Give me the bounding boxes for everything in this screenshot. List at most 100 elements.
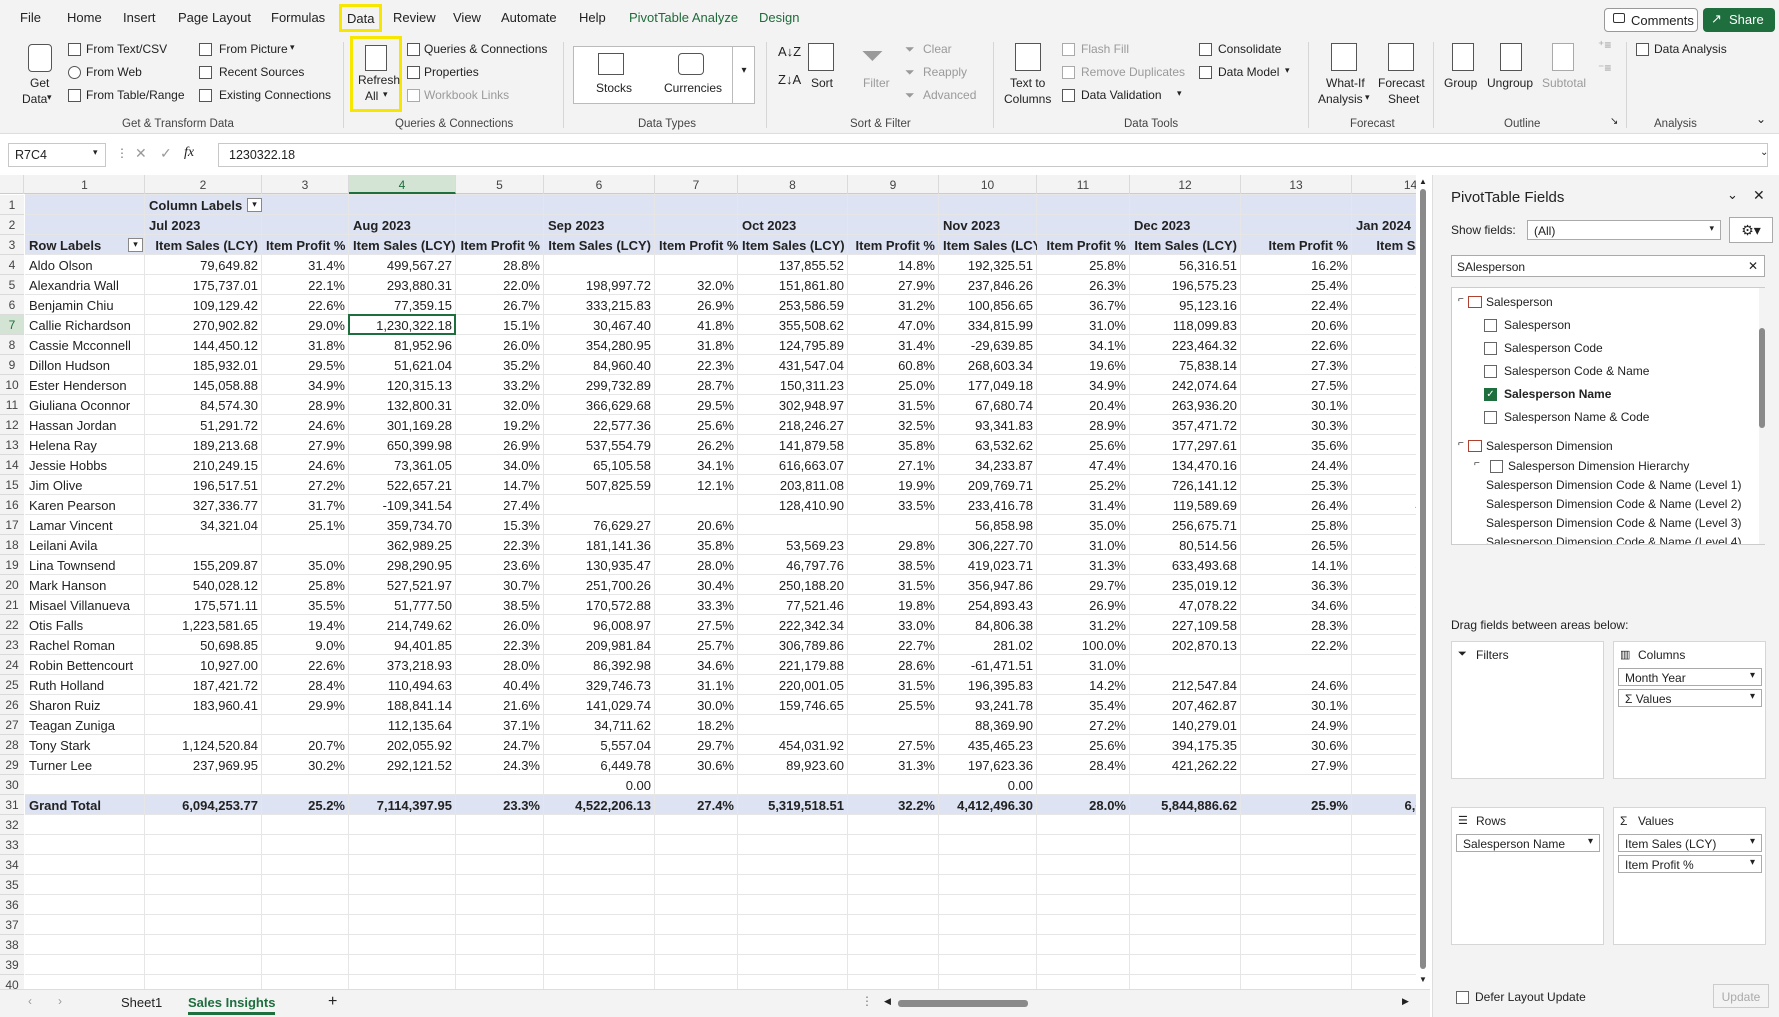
- row-header[interactable]: 27: [0, 715, 24, 735]
- sort-descending-button[interactable]: Z↓A: [778, 72, 801, 87]
- columns-field-month-year[interactable]: Month Year ▾: [1618, 668, 1762, 686]
- value-cell[interactable]: 34.9%: [262, 375, 349, 395]
- row-header[interactable]: 8: [0, 335, 24, 355]
- value-cell[interactable]: 250,188.20: [738, 575, 848, 595]
- forecast-sheet-button-line2[interactable]: Sheet: [1388, 92, 1419, 106]
- value-cell[interactable]: 327,336.77: [145, 495, 262, 515]
- value-cell[interactable]: 27.9%: [1241, 755, 1352, 775]
- row-labels-header[interactable]: Row Labels: [25, 235, 145, 255]
- column-header[interactable]: 10: [939, 175, 1037, 194]
- value-cell[interactable]: 333,215.83: [544, 295, 655, 315]
- update-button[interactable]: Update: [1713, 984, 1769, 1008]
- value-cell[interactable]: 26.7%: [456, 295, 544, 315]
- salesperson-name-cell[interactable]: Robin Bettencourt: [25, 655, 145, 675]
- value-cell[interactable]: 254,893.43: [939, 595, 1037, 615]
- insert-function-button[interactable]: fx: [184, 145, 194, 161]
- field-checkbox[interactable]: [1490, 460, 1503, 473]
- row-header[interactable]: 36: [0, 895, 24, 915]
- value-cell[interactable]: 253,586.59: [738, 295, 848, 315]
- value-cell[interactable]: 34.0%: [456, 455, 544, 475]
- tab-split-handle[interactable]: ⋮: [861, 994, 873, 1008]
- scroll-up-icon[interactable]: ▲: [1419, 177, 1427, 186]
- grand-total-value[interactable]: 32.2%: [848, 795, 939, 815]
- value-cell[interactable]: 36.3%: [1241, 575, 1352, 595]
- gear-icon[interactable]: ⚙▾: [1729, 217, 1773, 243]
- value-cell[interactable]: 65,105.58: [544, 455, 655, 475]
- value-cell[interactable]: 28.7%: [655, 375, 738, 395]
- value-cell[interactable]: -29,639.85: [939, 335, 1037, 355]
- value-cell[interactable]: 56,316.51: [1130, 255, 1241, 275]
- row-header[interactable]: 12: [0, 415, 24, 435]
- from-picture-button[interactable]: From Picture: [219, 42, 288, 56]
- value-cell[interactable]: 130,935.47: [544, 555, 655, 575]
- row-header[interactable]: 1: [0, 195, 24, 215]
- stocks-button[interactable]: Stocks: [596, 81, 632, 95]
- field-item[interactable]: Salesperson Dimension Code & Name (Level…: [1452, 515, 1752, 533]
- row-header[interactable]: 17: [0, 515, 24, 535]
- more-options-icon[interactable]: ⋮: [116, 146, 128, 160]
- value-cell[interactable]: 512,886.: [1352, 615, 1416, 635]
- clear-button[interactable]: Clear: [923, 42, 952, 56]
- value-cell[interactable]: 31.2%: [848, 295, 939, 315]
- value-cell[interactable]: 29.0%: [262, 315, 349, 335]
- value-cell[interactable]: 30.1%: [1241, 695, 1352, 715]
- value-cell[interactable]: 28.4%: [262, 675, 349, 695]
- value-cell[interactable]: 397,571.: [1352, 555, 1416, 575]
- salesperson-name-cell[interactable]: Jessie Hobbs: [25, 455, 145, 475]
- from-web-button[interactable]: From Web: [86, 65, 142, 79]
- value-cell[interactable]: 196,575.23: [1130, 275, 1241, 295]
- filters-area[interactable]: ⏷ Filters: [1451, 641, 1604, 779]
- value-cell[interactable]: 1,124,520.84: [145, 735, 262, 755]
- value-cell[interactable]: 199,422.: [1352, 295, 1416, 315]
- field-checkbox[interactable]: [1484, 411, 1497, 424]
- value-cell[interactable]: 110,494.63: [349, 675, 456, 695]
- value-cell[interactable]: 25.8%: [262, 575, 349, 595]
- value-cell[interactable]: 32.0%: [655, 275, 738, 295]
- text-to-columns-button-line2[interactable]: Columns: [1004, 92, 1051, 106]
- sort-ascending-button[interactable]: A↓Z: [778, 44, 801, 59]
- value-cell[interactable]: 15.1%: [456, 315, 544, 335]
- value-cell[interactable]: 29,356.: [1352, 715, 1416, 735]
- value-cell[interactable]: 209,981.84: [544, 635, 655, 655]
- value-cell[interactable]: 119,589.69: [1130, 495, 1241, 515]
- grand-total-value[interactable]: 6,684,397.: [1352, 795, 1416, 815]
- row-header[interactable]: 20: [0, 575, 24, 595]
- value-cell[interactable]: 12.1%: [655, 475, 738, 495]
- value-cell[interactable]: 25.4%: [1241, 275, 1352, 295]
- tab-file[interactable]: File: [20, 10, 41, 25]
- value-cell[interactable]: 19.4%: [262, 615, 349, 635]
- value-cell[interactable]: 51,621.04: [349, 355, 456, 375]
- value-cell[interactable]: 41,780.: [1352, 415, 1416, 435]
- value-cell[interactable]: 177,049.18: [939, 375, 1037, 395]
- value-cell[interactable]: 31.7%: [262, 495, 349, 515]
- recent-sources-button[interactable]: Recent Sources: [219, 65, 304, 79]
- value-cell[interactable]: 38.5%: [456, 595, 544, 615]
- value-cell[interactable]: 47.4%: [1037, 455, 1130, 475]
- scroll-right-icon[interactable]: ▶: [1402, 996, 1409, 1007]
- field-item[interactable]: Salesperson: [1452, 317, 1752, 335]
- value-cell[interactable]: 499,567.27: [349, 255, 456, 275]
- value-cell[interactable]: 454,031.92: [738, 735, 848, 755]
- month-header[interactable]: Nov 2023: [939, 215, 1037, 235]
- row-header[interactable]: 18: [0, 535, 24, 555]
- field-item[interactable]: ✓ Salesperson Name: [1452, 386, 1752, 404]
- value-cell[interactable]: 100,856.65: [939, 295, 1037, 315]
- tab-pivottable-analyze[interactable]: PivotTable Analyze: [629, 10, 738, 25]
- value-cell[interactable]: -61,471.51: [939, 655, 1037, 675]
- value-cell[interactable]: 128,410.90: [738, 495, 848, 515]
- value-cell[interactable]: 100.0%: [1037, 635, 1130, 655]
- sheet-tab-sheet1[interactable]: Sheet1: [121, 995, 162, 1010]
- value-cell[interactable]: 230,961.: [1352, 675, 1416, 695]
- value-cell[interactable]: 14.8%: [848, 255, 939, 275]
- salesperson-name-cell[interactable]: Lamar Vincent: [25, 515, 145, 535]
- value-cell[interactable]: 20.7%: [262, 735, 349, 755]
- value-cell[interactable]: 22.7%: [848, 635, 939, 655]
- value-cell[interactable]: 80,514.56: [1130, 535, 1241, 555]
- measure-header[interactable]: Item Profit %: [1241, 235, 1352, 255]
- value-cell[interactable]: 354,280.95: [544, 335, 655, 355]
- value-cell[interactable]: 6,449.78: [544, 755, 655, 775]
- column-header[interactable]: 11: [1037, 175, 1130, 194]
- measure-header[interactable]: Item Sales (LCY): [544, 235, 655, 255]
- defer-layout-checkbox[interactable]: [1456, 991, 1469, 1004]
- values-area[interactable]: Σ Values Item Sales (LCY) ▾ Item Profit %…: [1613, 807, 1766, 945]
